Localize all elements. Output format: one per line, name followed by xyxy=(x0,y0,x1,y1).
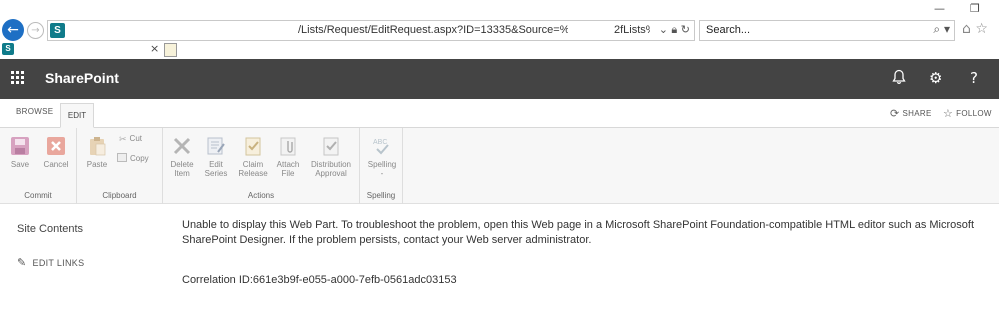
paste-icon xyxy=(90,137,106,156)
star-icon: ☆ xyxy=(943,107,954,120)
search-icon[interactable]: ⌕ xyxy=(933,22,940,36)
browser-search-box[interactable]: Search... ⌕ ▾ xyxy=(699,20,955,41)
clipboard-group-label: Clipboard xyxy=(102,191,137,200)
address-url[interactable]: /Lists/Request/EditRequest.aspx?ID=13335… xyxy=(298,24,611,36)
gear-icon[interactable]: ⚙ xyxy=(929,69,942,87)
tab-edit[interactable]: EDIT xyxy=(60,103,94,128)
commit-group-label: Commit xyxy=(24,191,52,200)
cancel-icon xyxy=(47,137,65,155)
refresh-icon[interactable]: ↻ xyxy=(681,23,690,36)
delete-icon xyxy=(173,137,191,155)
paste-button[interactable]: Paste xyxy=(83,136,111,169)
group-spelling: ABC Spelling - Spelling xyxy=(360,128,403,204)
spelling-button[interactable]: ABC Spelling - xyxy=(364,136,400,178)
edit-series-label-line1: Edit xyxy=(209,160,223,169)
nav-site-contents[interactable]: Site Contents xyxy=(17,223,83,235)
tab-browse[interactable]: BROWSE xyxy=(16,107,53,116)
attach-label-line2: File xyxy=(281,169,295,178)
edit-series-button[interactable]: Edit Series xyxy=(201,136,231,178)
spelling-group-label: Spelling xyxy=(366,191,396,200)
lock-icon[interactable]: 🔒︎ xyxy=(671,23,677,36)
new-tab-icon[interactable] xyxy=(164,43,177,57)
delete-label-line2: Item xyxy=(174,169,190,178)
ribbon: Save Cancel Commit Paste ✂ Cut Copy Clipb… xyxy=(0,128,999,204)
distribution-label-line2: Approval xyxy=(315,169,347,178)
distribution-approval-button[interactable]: Distribution Approval xyxy=(305,136,357,178)
distribution-label-line1: Distribution xyxy=(310,160,351,169)
cancel-label: Cancel xyxy=(43,160,69,169)
pencil-icon: ✎ xyxy=(17,256,27,269)
forward-arrow-icon[interactable]: → xyxy=(27,22,44,39)
favorites-star-icon[interactable]: ☆ xyxy=(975,21,988,37)
svg-text:ABC: ABC xyxy=(373,139,387,146)
browser-address-row: ← → S /Lists/Request/EditRequest.aspx?ID… xyxy=(0,18,999,42)
ribbon-tab-bar: BROWSE EDIT ⟳ SHARE ☆ FOLLOW xyxy=(0,99,999,128)
notifications-bell-icon[interactable] xyxy=(892,69,906,89)
copy-button[interactable]: Copy xyxy=(117,153,149,163)
distribution-approval-icon xyxy=(323,137,339,156)
sharepoint-tab-favicon-icon: S xyxy=(2,43,14,55)
paste-label: Paste xyxy=(86,160,108,169)
edit-links-label: EDIT LINKS xyxy=(32,258,85,268)
search-dropdown-icon[interactable]: ▾ xyxy=(944,22,950,36)
share-label: SHARE xyxy=(902,109,932,118)
attach-file-button[interactable]: Attach File xyxy=(273,136,303,178)
edit-series-label-line2: Series xyxy=(204,169,228,178)
cut-button[interactable]: ✂ Cut xyxy=(119,134,142,145)
copy-label: Copy xyxy=(130,154,149,163)
scissors-icon: ✂ xyxy=(119,135,127,145)
group-actions: Delete Item Edit Series Claim Release At… xyxy=(163,128,360,204)
save-icon xyxy=(11,137,29,155)
claim-label-line2: Release xyxy=(238,169,268,178)
home-icon[interactable]: ⌂ xyxy=(962,21,971,37)
follow-button[interactable]: ☆ FOLLOW xyxy=(943,107,992,120)
close-icon[interactable]: × xyxy=(150,42,159,55)
edit-links-button[interactable]: ✎ EDIT LINKS xyxy=(17,256,84,269)
actions-group-label: Actions xyxy=(247,191,275,200)
attach-icon xyxy=(280,137,296,156)
follow-label: FOLLOW xyxy=(956,109,992,118)
address-bar-icons: ⌄ 🔒︎ ↻ xyxy=(659,23,690,37)
sharepoint-favicon-icon: S xyxy=(50,23,65,38)
chevron-down-icon[interactable]: ⌄ xyxy=(659,23,668,36)
restore-button[interactable]: ❐ xyxy=(970,2,980,15)
correlation-id: Correlation ID:661e3b9f-e055-a000-7efb-0… xyxy=(182,274,457,286)
claim-release-button[interactable]: Claim Release xyxy=(235,136,271,178)
webpart-error-message: Unable to display this Web Part. To trou… xyxy=(182,219,975,246)
delete-item-button[interactable]: Delete Item xyxy=(167,136,197,178)
attach-label-line1: Attach xyxy=(276,160,300,169)
sharepoint-brand[interactable]: SharePoint xyxy=(45,70,119,86)
claim-release-icon xyxy=(245,137,261,156)
spelling-label: Spelling xyxy=(367,160,397,169)
browser-titlebar: — ❐ xyxy=(0,0,999,18)
copy-icon xyxy=(117,153,127,162)
group-commit: Save Cancel Commit xyxy=(0,128,77,204)
browser-tab-row: S × xyxy=(0,42,999,59)
spelling-dropdown[interactable]: - xyxy=(381,169,384,178)
search-box-icons: ⌕ ▾ xyxy=(933,22,950,37)
address-url-tail[interactable]: 2fLists% xyxy=(614,24,650,36)
claim-label-line1: Claim xyxy=(242,160,264,169)
suite-bar: SharePoint ⚙ ? xyxy=(0,59,999,99)
search-input[interactable]: Search... xyxy=(706,24,750,36)
share-icon: ⟳ xyxy=(890,107,900,120)
address-bar[interactable]: S /Lists/Request/EditRequest.aspx?ID=133… xyxy=(47,20,695,41)
back-arrow-icon[interactable]: ← xyxy=(2,19,24,41)
spellcheck-icon: ABC xyxy=(373,139,389,155)
browser-toolbar-icons: ⌂ ☆ xyxy=(962,21,988,37)
group-clipboard: Paste ✂ Cut Copy Clipboard xyxy=(77,128,163,204)
help-icon[interactable]: ? xyxy=(970,69,978,87)
minimize-button[interactable]: — xyxy=(934,2,945,15)
save-label: Save xyxy=(10,160,30,169)
delete-label-line1: Delete xyxy=(170,160,194,169)
share-button[interactable]: ⟳ SHARE xyxy=(890,107,932,120)
browser-tab[interactable]: S × xyxy=(2,42,160,59)
app-launcher-icon[interactable] xyxy=(11,71,25,85)
save-button[interactable]: Save xyxy=(6,136,34,169)
cancel-button[interactable]: Cancel xyxy=(40,136,72,169)
cut-label: Cut xyxy=(129,134,142,143)
edit-series-icon xyxy=(207,137,225,155)
